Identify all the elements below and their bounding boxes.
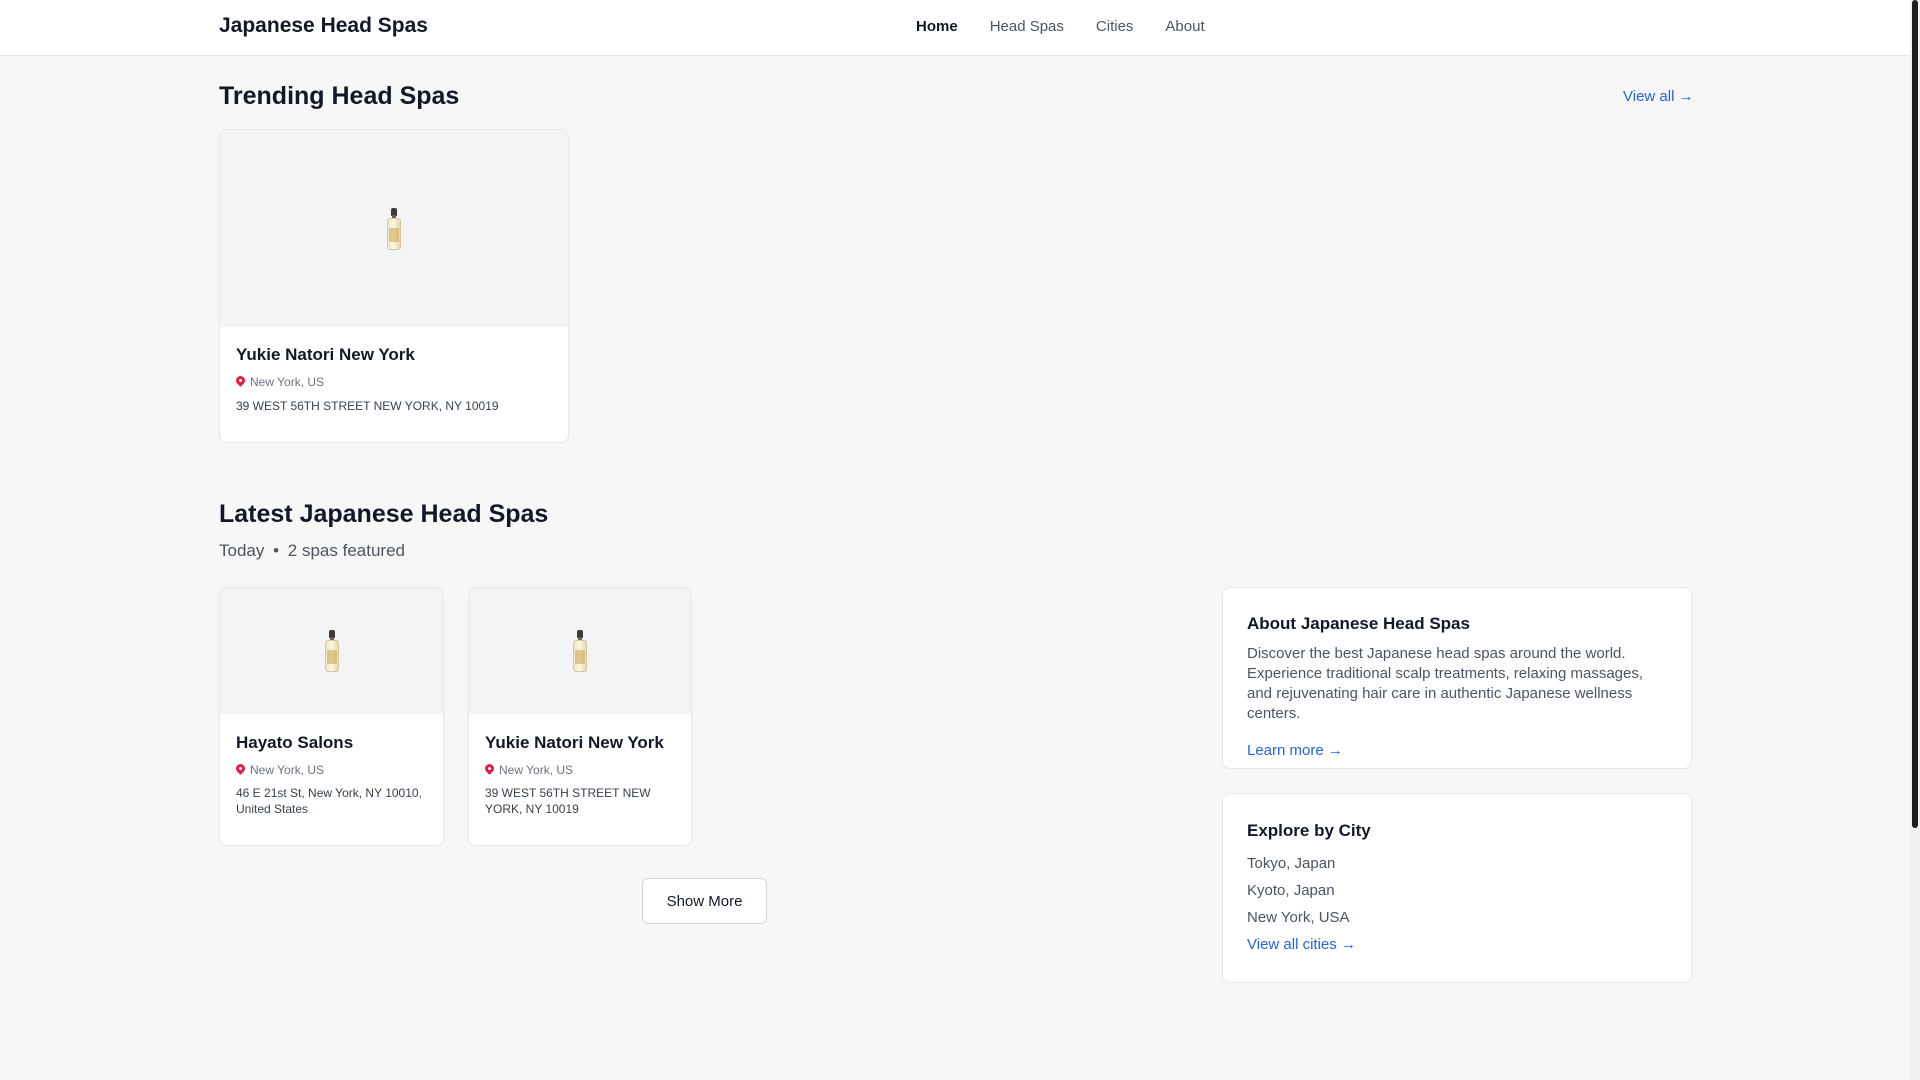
cities-panel-title: Explore by City: [1247, 821, 1371, 840]
view-all-trending-link[interactable]: View all →: [1623, 88, 1694, 105]
spa-card[interactable]: Hayato Salons New York, US 46 E 21st St,…: [219, 587, 444, 846]
nav-cities[interactable]: Cities: [1096, 18, 1134, 35]
nav-head-spas[interactable]: Head Spas: [990, 18, 1064, 35]
latest-subtitle: Today • 2 spas featured: [219, 541, 405, 561]
spa-card-name: Yukie Natori New York: [236, 345, 415, 364]
spa-bottle-icon: [324, 630, 339, 672]
spa-card-address: 46 E 21st St, New York, NY 10010, United…: [236, 786, 422, 816]
spa-bottle-icon: [573, 630, 587, 672]
spa-card[interactable]: Yukie Natori New York New York, US 39 WE…: [468, 587, 692, 846]
spa-card-location-text: New York, US: [250, 763, 325, 777]
spa-card-location: New York, US: [236, 375, 552, 389]
location-pin-icon: [485, 764, 494, 776]
main-nav: Home Head Spas Cities About: [916, 18, 1205, 35]
spa-bottle-icon: [387, 207, 401, 250]
learn-more-link[interactable]: Learn more →: [1247, 742, 1343, 759]
site-logo[interactable]: Japanese Head Spas: [219, 14, 428, 38]
spa-card-name: Hayato Salons: [236, 733, 354, 752]
location-pin-icon: [236, 376, 245, 388]
about-panel-title: About Japanese Head Spas: [1247, 614, 1470, 633]
city-link-new-york[interactable]: New York, USA: [1247, 909, 1667, 926]
spa-card-image: [220, 588, 443, 714]
spa-card-image: [469, 588, 691, 714]
spa-card-name: Yukie Natori New York: [485, 733, 664, 752]
spa-card-location: New York, US: [485, 763, 675, 777]
trending-title: Trending Head Spas: [219, 82, 460, 110]
location-pin-icon: [236, 764, 245, 776]
about-panel-text: Discover the best Japanese head spas aro…: [1247, 645, 1644, 722]
site-header: Japanese Head Spas Home Head Spas Cities…: [0, 0, 1910, 56]
spa-card-location: New York, US: [236, 763, 427, 777]
latest-subtitle-day: Today: [219, 541, 265, 560]
spa-card[interactable]: Yukie Natori New York New York, US 39 WE…: [219, 129, 569, 443]
latest-subtitle-separator: •: [273, 541, 280, 560]
spa-card-address: 39 WEST 56TH STREET NEW YORK, NY 10019: [485, 786, 651, 816]
city-link-kyoto[interactable]: Kyoto, Japan: [1247, 882, 1667, 899]
latest-subtitle-count: 2 spas featured: [287, 541, 405, 560]
show-more-button[interactable]: Show More: [642, 878, 767, 924]
view-all-cities-link[interactable]: View all cities →: [1247, 936, 1356, 953]
nav-home[interactable]: Home: [916, 18, 958, 35]
spa-card-image: [220, 130, 568, 327]
spa-card-address: 39 WEST 56TH STREET NEW YORK, NY 10019: [236, 399, 499, 413]
spa-card-location-text: New York, US: [250, 375, 325, 389]
cities-panel: Explore by City Tokyo, Japan Kyoto, Japa…: [1222, 793, 1692, 983]
scrollbar-thumb[interactable]: [1912, 0, 1918, 828]
spa-card-location-text: New York, US: [499, 763, 574, 777]
nav-about[interactable]: About: [1165, 18, 1204, 35]
latest-title: Latest Japanese Head Spas: [219, 500, 549, 528]
page: Japanese Head Spas Home Head Spas Cities…: [0, 0, 1910, 1080]
city-link-tokyo[interactable]: Tokyo, Japan: [1247, 855, 1667, 872]
about-panel: About Japanese Head Spas Discover the be…: [1222, 587, 1692, 769]
